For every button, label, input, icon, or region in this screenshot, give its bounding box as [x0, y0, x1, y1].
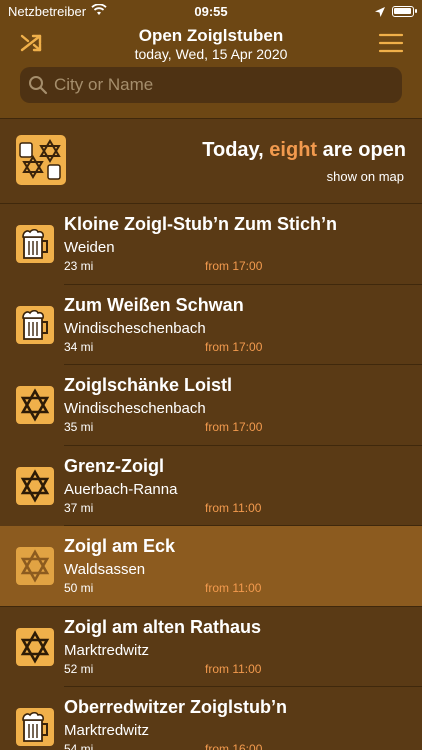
- list-item[interactable]: Zoiglschänke Loistl Windischeschenbach 3…: [0, 365, 422, 446]
- open-count-headline: Today, eight are open: [202, 139, 406, 162]
- row-opening-time: from 17:00: [205, 420, 263, 434]
- zoigl-star-and-mugs-icon: [16, 135, 66, 185]
- row-town: Windischeschenbach: [64, 319, 206, 337]
- row-opening-time: from 11:00: [205, 661, 262, 676]
- open-summary: Today, eight are open show on map: [0, 119, 422, 203]
- row-town: Marktredwitz: [64, 722, 150, 739]
- row-name: Zum Weißen Schwan: [64, 294, 244, 315]
- row-name: Zoigl am alten Rathaus: [64, 616, 262, 637]
- row-opening-time: from 11:00: [205, 500, 262, 515]
- list-item[interactable]: Zum Weißen Schwan Windischeschenbach 34 …: [0, 284, 422, 365]
- row-distance: 34 mi: [64, 339, 94, 354]
- headline-suffix: are open: [317, 139, 406, 161]
- zoigl-star-icon: [16, 547, 54, 585]
- row-name: Zoiglschänke Loistl: [64, 375, 233, 395]
- location-arrow-icon: [375, 7, 385, 17]
- row-opening-time: from 16:00: [205, 742, 263, 750]
- list-item[interactable]: Zoigl am alten Rathaus Marktredwitz 52 m…: [0, 606, 422, 687]
- row-opening-time: from 17:00: [205, 259, 263, 273]
- row-name: Grenz-Zoigl: [64, 455, 164, 476]
- search-icon: [29, 76, 48, 95]
- list-item[interactable]: Kloine Zoigl-Stub’n Zum Stich’n Weiden 2…: [0, 204, 422, 285]
- headline-prefix: Today,: [202, 139, 270, 161]
- beer-mug-icon: [16, 708, 54, 746]
- list-item[interactable]: Grenz-Zoigl Auerbach-Ranna 37 mi from 11…: [0, 445, 422, 526]
- page-title: Open Zoiglstuben: [138, 26, 284, 45]
- search-input[interactable]: [54, 67, 394, 103]
- row-town: Waldsassen: [64, 561, 146, 578]
- row-town: Weiden: [64, 239, 115, 256]
- row-town: Windischeschenbach: [64, 400, 206, 417]
- open-count-word: eight: [269, 139, 318, 161]
- row-distance: 35 mi: [64, 420, 94, 434]
- list-item[interactable]: Oberredwitzer Zoiglstub’n Marktredwitz 5…: [0, 687, 422, 750]
- row-distance: 37 mi: [64, 500, 94, 515]
- row-distance: 52 mi: [64, 661, 94, 676]
- row-name: Oberredwitzer Zoiglstub’n: [64, 697, 288, 717]
- header: Netzbetreiber 09:55 Open Zoiglstuben tod…: [0, 0, 422, 118]
- page-subtitle: today, Wed, 15 Apr 2020: [134, 46, 288, 62]
- show-on-map-link[interactable]: show on map: [327, 169, 404, 184]
- row-town: Marktredwitz: [64, 641, 150, 659]
- row-distance: 50 mi: [64, 581, 94, 595]
- list-item[interactable]: Zoigl am Eck Waldsassen 50 mi from 11:00: [0, 526, 422, 607]
- row-opening-time: from 17:00: [205, 339, 263, 354]
- battery-icon: [392, 6, 417, 17]
- row-town: Auerbach-Ranna: [64, 480, 178, 498]
- beer-mug-icon: [16, 305, 54, 344]
- row-name: Zoigl am Eck: [64, 536, 176, 556]
- search-bar[interactable]: [20, 67, 402, 103]
- row-name: Kloine Zoigl-Stub’n Zum Stich’n: [64, 214, 337, 234]
- status-bar: Netzbetreiber 09:55: [0, 0, 422, 24]
- zoigl-star-icon: [16, 627, 54, 666]
- row-distance: 54 mi: [64, 742, 94, 750]
- beer-mug-icon: [16, 225, 54, 263]
- row-distance: 23 mi: [64, 259, 94, 273]
- clock: 09:55: [194, 4, 228, 19]
- zoigl-star-icon: [16, 466, 54, 505]
- hamburger-menu-icon[interactable]: [378, 32, 404, 54]
- zoiglstuben-list: Kloine Zoigl-Stub’n Zum Stich’n Weiden 2…: [0, 204, 422, 750]
- row-opening-time: from 11:00: [205, 581, 262, 595]
- zoigl-star-icon: [16, 386, 54, 424]
